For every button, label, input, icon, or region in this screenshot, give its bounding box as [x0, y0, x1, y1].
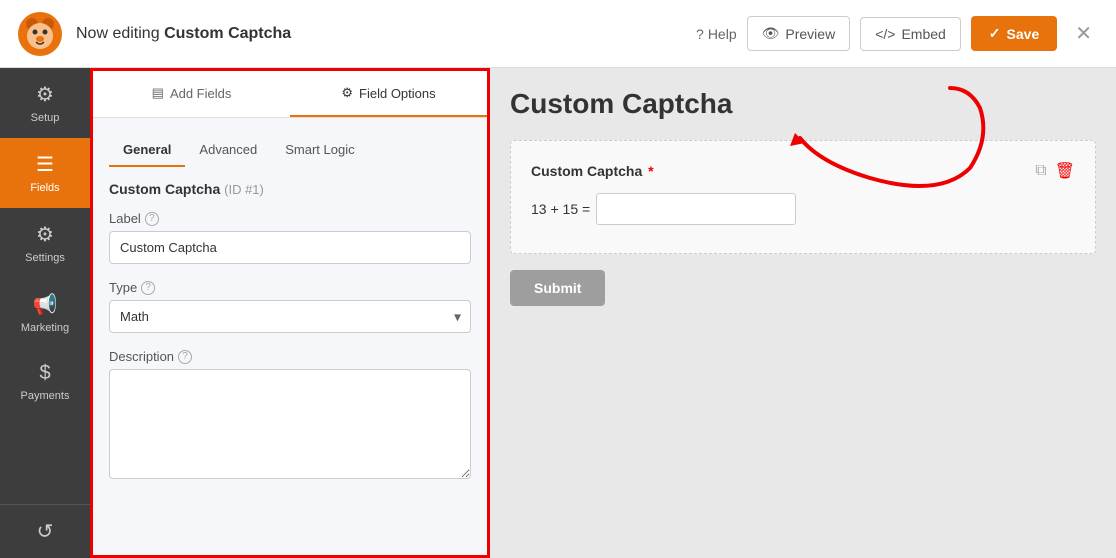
sidebar-item-label: Fields — [30, 182, 59, 194]
sidebar-item-label: Payments — [21, 390, 70, 402]
sidebar-item-label: Settings — [25, 252, 65, 264]
field-section-title: Custom Captcha (ID #1) — [109, 181, 471, 197]
sidebar-item-settings[interactable]: ⚙ Settings — [0, 208, 90, 278]
label-input[interactable] — [109, 231, 471, 264]
editing-title: Now editing Custom Captcha — [76, 25, 684, 43]
card-actions: ⧉ 🗑 — [1035, 161, 1075, 181]
sidebar-item-marketing[interactable]: 📢 Marketing — [0, 278, 90, 348]
main-layout: ⚙ Setup ☰ Fields ⚙ Settings 📢 Marketing … — [0, 68, 1116, 558]
field-options-panel: ▤ Add Fields ⚙ Field Options General Adv… — [90, 68, 490, 558]
close-button[interactable]: ✕ — [1067, 17, 1100, 50]
description-group: Description ? — [109, 349, 471, 482]
preview-button[interactable]: 👁 Preview — [747, 16, 851, 51]
app-logo — [16, 10, 64, 58]
check-icon: ✓ — [989, 25, 1001, 42]
question-icon: ? — [696, 26, 704, 42]
math-answer-input[interactable] — [596, 193, 796, 225]
sub-tab-advanced[interactable]: Advanced — [185, 134, 271, 167]
type-field-label: Type ? — [109, 280, 471, 295]
topbar: Now editing Custom Captcha ? Help 👁 Prev… — [0, 0, 1116, 68]
sidebar-item-payments[interactable]: $ Payments — [0, 348, 90, 416]
sidebar-item-label: Marketing — [21, 322, 69, 334]
sidebar-item-fields[interactable]: ☰ Fields — [0, 138, 90, 208]
fields-icon: ☰ — [36, 152, 54, 177]
sub-tabs: General Advanced Smart Logic — [109, 134, 471, 167]
eye-icon: 👁 — [762, 25, 780, 42]
sidebar: ⚙ Setup ☰ Fields ⚙ Settings 📢 Marketing … — [0, 68, 90, 558]
code-icon: </> — [875, 26, 895, 42]
help-button[interactable]: ? Help — [696, 26, 737, 42]
description-field-label: Description ? — [109, 349, 471, 364]
type-group: Type ? Math Simple Random ▾ — [109, 280, 471, 333]
preview-area: Custom Captcha Custom Captcha * ⧉ 🗑 13 +… — [490, 68, 1116, 558]
field-id: (ID #1) — [224, 182, 264, 197]
panel-content: General Advanced Smart Logic Custom Capt… — [93, 118, 487, 555]
panel-tabs: ▤ Add Fields ⚙ Field Options — [93, 71, 487, 118]
captcha-card-label: Custom Captcha * ⧉ 🗑 — [531, 161, 1075, 181]
sub-tab-smart-logic[interactable]: Smart Logic — [271, 134, 368, 167]
field-options-icon: ⚙ — [341, 85, 353, 101]
duplicate-button[interactable]: ⧉ — [1035, 161, 1046, 181]
label-field-label: Label ? — [109, 211, 471, 226]
sidebar-bottom: ↺ — [0, 504, 90, 558]
type-select[interactable]: Math Simple Random — [109, 300, 471, 333]
math-equation: 13 + 15 = — [531, 193, 1075, 225]
sidebar-item-setup[interactable]: ⚙ Setup — [0, 68, 90, 138]
submit-button[interactable]: Submit — [510, 270, 605, 306]
type-select-wrapper: Math Simple Random ▾ — [109, 300, 471, 333]
gear-icon: ⚙ — [36, 82, 54, 107]
embed-button[interactable]: </> Embed — [860, 17, 961, 51]
delete-button[interactable]: 🗑 — [1055, 161, 1075, 181]
dollar-icon: $ — [39, 362, 50, 385]
topbar-actions: ? Help 👁 Preview </> Embed ✓ Save ✕ — [696, 16, 1100, 51]
sub-tab-general[interactable]: General — [109, 134, 185, 167]
description-textarea[interactable] — [109, 369, 471, 479]
sliders-icon: ⚙ — [36, 222, 54, 247]
label-help-icon[interactable]: ? — [145, 212, 159, 226]
tab-field-options[interactable]: ⚙ Field Options — [290, 71, 487, 117]
save-button[interactable]: ✓ Save — [971, 16, 1057, 51]
type-help-icon[interactable]: ? — [141, 281, 155, 295]
description-help-icon[interactable]: ? — [178, 350, 192, 364]
tab-add-fields[interactable]: ▤ Add Fields — [93, 71, 290, 117]
preview-title: Custom Captcha — [510, 88, 1096, 120]
sidebar-item-label: Setup — [31, 112, 60, 124]
captcha-field-card: Custom Captcha * ⧉ 🗑 13 + 15 = — [510, 140, 1096, 254]
required-star: * — [648, 163, 653, 179]
sidebar-item-history[interactable]: ↺ — [0, 505, 90, 558]
label-group: Label ? — [109, 211, 471, 264]
megaphone-icon: 📢 — [33, 292, 58, 317]
add-fields-icon: ▤ — [152, 85, 164, 101]
undo-icon: ↺ — [37, 519, 54, 544]
